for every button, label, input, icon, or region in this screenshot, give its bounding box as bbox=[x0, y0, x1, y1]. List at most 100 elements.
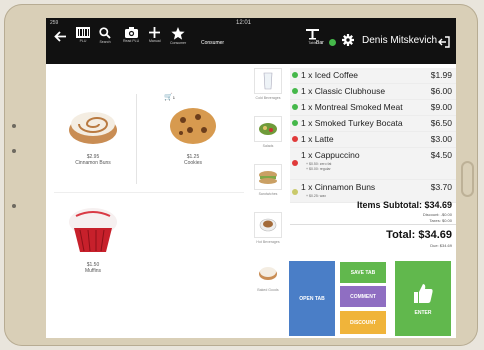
thumbs-up-icon bbox=[414, 283, 433, 303]
search-label: Search bbox=[99, 40, 111, 44]
order-line[interactable]: 1 x Montreal Smoked Meat $9.00 bbox=[290, 100, 456, 116]
pos-screen: 259 12:01 PLU Search Read PLU Manual Con… bbox=[46, 18, 456, 338]
cold-beverage-icon bbox=[254, 68, 282, 94]
cart-indicator[interactable]: 🛒1 bbox=[164, 93, 175, 101]
online-status-dot bbox=[329, 39, 336, 46]
order-item: 1 x Smoked Turkey Bocata bbox=[301, 118, 403, 128]
order-line[interactable]: 1 x Iced Coffee $1.99 bbox=[290, 68, 456, 84]
order-item: 1 x Montreal Smoked Meat bbox=[301, 102, 403, 112]
order-price: $6.00 bbox=[430, 86, 452, 96]
read-plu-button[interactable]: Read PLU bbox=[123, 27, 139, 43]
order-price: $4.50 bbox=[430, 150, 452, 160]
category-cold-beverages[interactable]: Cold Beverages bbox=[248, 68, 288, 100]
star-icon bbox=[171, 27, 185, 40]
barcode-icon bbox=[76, 27, 90, 38]
product-tile-cookies[interactable]: $1.25 Cookies bbox=[148, 106, 238, 166]
plu-label: PLU bbox=[79, 39, 87, 43]
muffin-image bbox=[69, 208, 117, 252]
items-subtotal: Items Subtotal: $34.69 bbox=[356, 200, 452, 210]
product-name: Cookies bbox=[183, 160, 203, 166]
plus-icon bbox=[149, 27, 161, 38]
hot-beverage-icon bbox=[254, 212, 282, 238]
order-modifier: + $0.50: zero fat bbox=[306, 162, 332, 166]
product-tile-muffins[interactable]: $1.50 Muffins bbox=[48, 204, 138, 274]
sandwich-icon bbox=[254, 164, 282, 190]
consumer-label[interactable]: Consumer bbox=[201, 40, 224, 46]
status-signal: 259 bbox=[50, 20, 59, 26]
comment-button[interactable]: COMMENT bbox=[340, 286, 386, 307]
top-toolbar: 259 12:01 PLU Search Read PLU Manual Con… bbox=[46, 18, 456, 64]
order-line[interactable]: 1 x Cappuccino $4.50 + $0.50: zero fat +… bbox=[290, 148, 456, 180]
order-price: $9.00 bbox=[430, 102, 452, 112]
cart-count: 1 bbox=[172, 95, 175, 100]
status-dot bbox=[292, 104, 298, 110]
category-label: Hot Beverages bbox=[256, 240, 280, 244]
enter-label: ENTER bbox=[414, 309, 432, 316]
discount-amount: Discount: -$0.00 bbox=[422, 212, 452, 217]
sensor-dot bbox=[12, 204, 16, 208]
back-arrow-icon bbox=[54, 31, 66, 42]
camera-icon bbox=[124, 27, 138, 38]
home-button[interactable] bbox=[461, 161, 474, 197]
consumer-sub-label: Consumer bbox=[170, 41, 187, 45]
read-plu-label: Read PLU bbox=[123, 39, 140, 43]
salad-icon bbox=[254, 116, 282, 142]
order-item: 1 x Iced Coffee bbox=[301, 70, 359, 80]
tablet-frame: 259 12:01 PLU Search Read PLU Manual Con… bbox=[4, 4, 478, 346]
order-item: 1 x Latte bbox=[301, 134, 334, 144]
order-price: $3.70 bbox=[430, 182, 452, 192]
order-item: 1 x Classic Clubhouse bbox=[301, 86, 386, 96]
sensor-dot bbox=[12, 149, 16, 153]
enter-button[interactable]: ENTER bbox=[395, 261, 451, 336]
manual-label: Manual bbox=[149, 39, 161, 43]
manual-button[interactable]: Manual bbox=[149, 27, 160, 43]
bar-label: Bar bbox=[316, 40, 324, 46]
category-label: Baked Goods bbox=[257, 288, 279, 292]
category-baked-goods[interactable]: Baked Goods bbox=[248, 260, 288, 292]
order-item: 1 x Cappuccino bbox=[301, 150, 360, 160]
order-line[interactable]: 1 x Latte $3.00 bbox=[290, 132, 456, 148]
order-total: Total: $34.69 bbox=[386, 229, 452, 241]
search-button[interactable]: Search bbox=[99, 27, 111, 44]
category-label: Salads bbox=[262, 144, 274, 148]
order-item: 1 x Cinnamon Buns bbox=[301, 182, 376, 192]
order-price: $1.99 bbox=[430, 70, 452, 80]
order-totals: Items Subtotal: $34.69 Discount: -$0.00 … bbox=[290, 198, 456, 260]
product-grid: 🛒1 $2.95 Cinnamon Buns $1.25 Cookies $1.… bbox=[46, 64, 246, 338]
status-dot bbox=[292, 160, 298, 166]
status-time: 12:01 bbox=[236, 20, 252, 26]
logout-icon[interactable] bbox=[438, 36, 450, 48]
order-price: $3.00 bbox=[430, 134, 452, 144]
product-name: Muffins bbox=[84, 268, 102, 274]
totals-divider bbox=[290, 224, 456, 225]
category-label: Cold Beverages bbox=[255, 96, 281, 100]
discount-button[interactable]: DISCOUNT bbox=[340, 311, 386, 334]
order-line[interactable]: 1 x Smoked Turkey Bocata $6.50 bbox=[290, 116, 456, 132]
cinnamon-bun-image bbox=[69, 112, 117, 144]
order-price: $6.50 bbox=[430, 118, 452, 128]
status-dot bbox=[292, 72, 298, 78]
cookie-image bbox=[170, 108, 216, 144]
back-button[interactable] bbox=[54, 31, 67, 42]
user-name[interactable]: Denis Mitskevich bbox=[362, 35, 437, 46]
open-tab-button[interactable]: OPEN TAB bbox=[289, 261, 335, 336]
taxes-amount: Taxes: $0.00 bbox=[429, 218, 452, 223]
category-sandwiches[interactable]: Sandwiches bbox=[248, 164, 288, 196]
gear-icon[interactable] bbox=[342, 34, 354, 46]
order-line[interactable]: 1 x Classic Clubhouse $6.00 bbox=[290, 84, 456, 100]
product-tile-cinnamon-buns[interactable]: $2.95 Cinnamon Buns bbox=[48, 106, 138, 166]
plu-button[interactable]: PLU bbox=[76, 27, 90, 43]
save-tab-button[interactable]: SAVE TAB bbox=[340, 262, 386, 283]
search-icon bbox=[99, 27, 111, 39]
category-salads[interactable]: Salads bbox=[248, 116, 288, 148]
status-dot bbox=[292, 189, 298, 195]
cart-icon: 🛒 bbox=[164, 94, 173, 101]
grid-divider bbox=[54, 192, 244, 193]
status-dot bbox=[292, 120, 298, 126]
amount-due: Due: $34.69 bbox=[430, 243, 452, 248]
status-dot bbox=[292, 136, 298, 142]
status-dot bbox=[292, 88, 298, 94]
category-label: Sandwiches bbox=[258, 192, 278, 196]
category-hot-beverages[interactable]: Hot Beverages bbox=[248, 212, 288, 244]
consumer-button[interactable]: Consumer bbox=[170, 27, 186, 45]
